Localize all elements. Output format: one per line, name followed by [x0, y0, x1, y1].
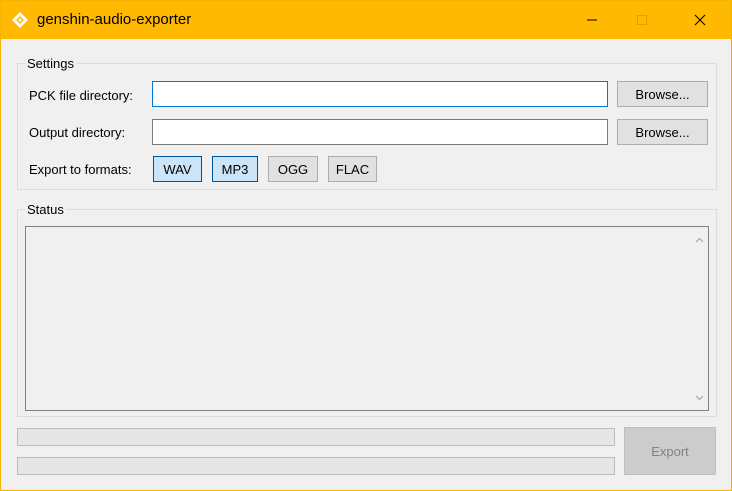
- chevron-down-icon: [695, 395, 704, 400]
- progress-bar-primary: [17, 428, 615, 446]
- export-button[interactable]: Export: [624, 427, 716, 475]
- output-browse-button[interactable]: Browse...: [617, 119, 708, 145]
- chevron-up-icon: [695, 237, 704, 242]
- app-diamond-icon: [12, 12, 28, 28]
- window-title: genshin-audio-exporter: [37, 11, 192, 28]
- status-log[interactable]: [25, 226, 709, 411]
- pck-dir-input[interactable]: [152, 81, 608, 107]
- output-dir-input[interactable]: [152, 119, 608, 145]
- pck-browse-button[interactable]: Browse...: [617, 81, 708, 107]
- close-button[interactable]: [677, 1, 723, 39]
- progress-bar-secondary: [17, 457, 615, 475]
- output-dir-label: Output directory:: [29, 125, 126, 140]
- format-wav-toggle[interactable]: WAV: [153, 156, 202, 182]
- settings-group-title: Settings: [25, 56, 76, 71]
- format-mp3-toggle[interactable]: MP3: [212, 156, 258, 182]
- title-bar[interactable]: genshin-audio-exporter: [1, 1, 731, 39]
- minimize-icon: [587, 19, 597, 21]
- scroll-up-button[interactable]: [691, 231, 708, 248]
- format-flac-toggle[interactable]: FLAC: [328, 156, 377, 182]
- scroll-down-button[interactable]: [691, 389, 708, 406]
- format-ogg-toggle[interactable]: OGG: [268, 156, 318, 182]
- minimize-button[interactable]: [569, 1, 615, 39]
- maximize-button[interactable]: [619, 1, 665, 39]
- maximize-icon: [637, 15, 647, 25]
- status-group-title: Status: [25, 202, 66, 217]
- export-formats-label: Export to formats:: [29, 162, 132, 177]
- status-scrollbar[interactable]: [691, 227, 708, 410]
- close-icon: [694, 14, 706, 26]
- app-window: genshin-audio-exporter Settings PCK file…: [0, 0, 732, 491]
- pck-dir-label: PCK file directory:: [29, 88, 134, 103]
